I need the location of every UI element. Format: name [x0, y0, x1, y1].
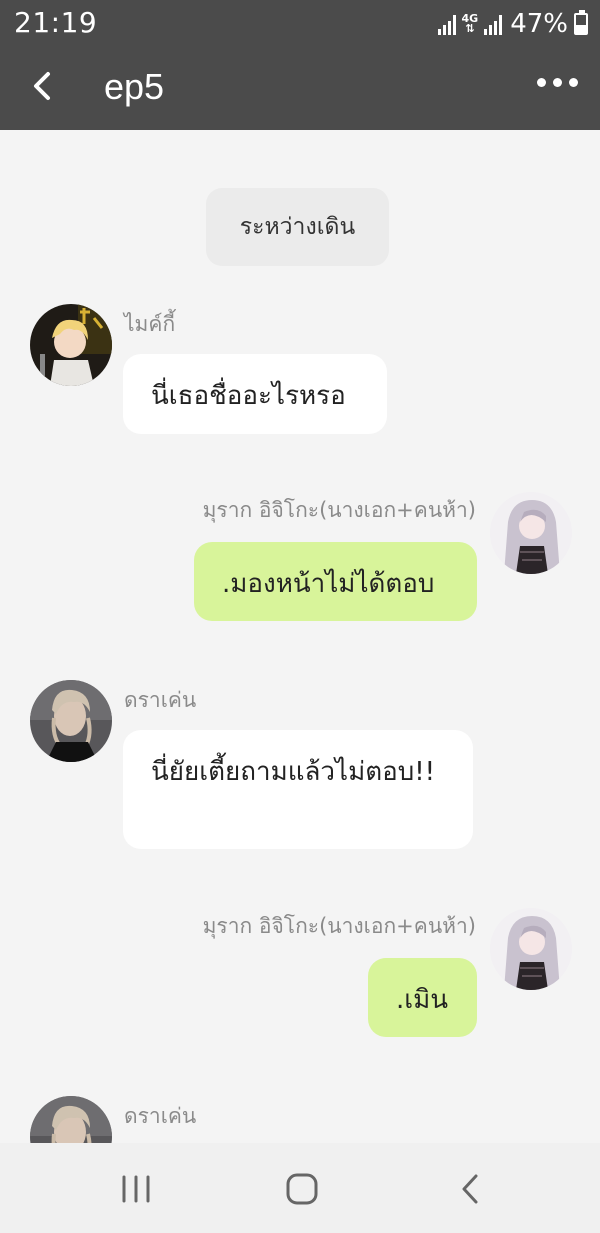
signal-icon-2	[484, 13, 503, 35]
chat-title: ep5	[104, 66, 165, 107]
message-bubble[interactable]: นี่เธอชื่ออะไรหรอ	[123, 354, 387, 434]
avatar-murasaki[interactable]	[490, 492, 572, 574]
avatar-image	[30, 304, 112, 386]
status-bar: 21:19 4G ⇅ 47%	[0, 0, 600, 48]
status-time: 21:19	[14, 6, 98, 39]
avatar-image	[30, 680, 112, 762]
system-message: ระหว่างเดิน	[206, 188, 389, 266]
chevron-left-icon	[34, 72, 50, 100]
avatar-murasaki[interactable]	[490, 908, 572, 990]
more-dot-icon	[569, 78, 578, 87]
network-indicator: 4G ⇅	[461, 12, 479, 35]
avatar-image	[490, 908, 572, 990]
message-bubble[interactable]: นี่ยัยเตี้ยถามแล้วไม่ตอบ!!	[123, 730, 473, 849]
status-icons: 4G ⇅ 47%	[437, 8, 588, 40]
avatar-image	[30, 1096, 112, 1143]
sender-name: มุราก อิจิโกะ(นางเอก+คนห้า)	[202, 914, 476, 938]
message-bubble[interactable]: .มองหน้าไม่ได้ตอบ	[194, 542, 477, 621]
back-icon	[462, 1174, 478, 1204]
recent-apps-button[interactable]	[114, 1171, 158, 1207]
back-button[interactable]	[26, 66, 66, 106]
avatar-image	[490, 492, 572, 574]
app-bar: ep5	[0, 48, 600, 130]
sender-name: ไมค์กี้	[124, 312, 176, 336]
message-bubble[interactable]: .เมิน	[368, 958, 477, 1037]
sender-name: ดราเค่น	[124, 1104, 197, 1128]
system-back-button[interactable]	[448, 1171, 492, 1207]
home-icon	[286, 1173, 318, 1205]
more-options-button[interactable]	[537, 78, 578, 87]
chat-area[interactable]: ระหว่างเดิน ไมค์กี้ นี่เธอชื่ออะไรหรอ มุ…	[0, 130, 600, 1143]
recent-apps-icon	[122, 1175, 150, 1203]
avatar-draken[interactable]	[30, 680, 112, 762]
navigation-bar	[0, 1143, 600, 1233]
sender-name: มุราก อิจิโกะ(นางเอก+คนห้า)	[202, 498, 476, 522]
battery-icon	[574, 10, 588, 35]
more-dot-icon	[537, 78, 546, 87]
avatar-mikey[interactable]	[30, 304, 112, 386]
more-dot-icon	[553, 78, 562, 87]
sender-name: ดราเค่น	[124, 688, 197, 712]
home-button[interactable]	[280, 1171, 324, 1207]
battery-percent: 47%	[510, 9, 568, 39]
avatar-draken[interactable]	[30, 1096, 112, 1143]
signal-icon	[437, 13, 456, 35]
